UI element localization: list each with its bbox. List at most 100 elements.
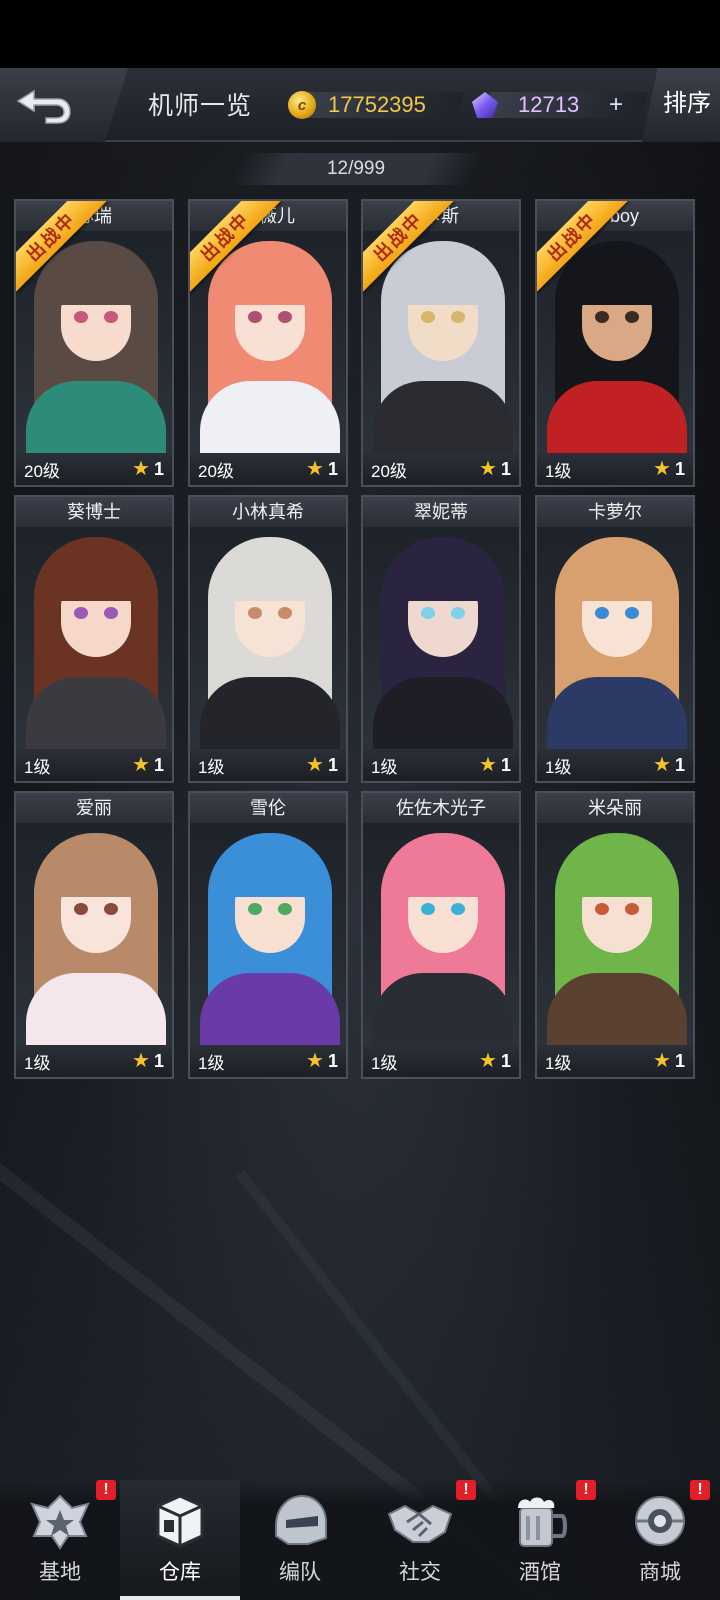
- pilot-name: 爱丽: [16, 793, 172, 823]
- card-footer: 1级 ★ 1: [190, 749, 346, 781]
- beer-mug-icon: [505, 1490, 575, 1552]
- star-count: 1: [500, 754, 511, 775]
- nav-item-beer-mug[interactable]: 酒馆!: [480, 1480, 600, 1600]
- portrait-eye: [451, 903, 465, 915]
- portrait-outfit: [200, 973, 340, 1045]
- portrait-eye: [278, 311, 292, 323]
- pilot-level: 1级: [24, 1053, 51, 1073]
- card-footer: 1级 ★ 1: [16, 1045, 172, 1077]
- pilot-level: 1级: [198, 757, 225, 777]
- portrait-eye: [421, 311, 435, 323]
- pilot-card[interactable]: 葵博士 1级 ★ 1: [14, 495, 174, 783]
- sort-button[interactable]: 排序: [642, 68, 720, 142]
- pilot-portrait: [363, 527, 519, 749]
- portrait-eye: [595, 607, 609, 619]
- star-icon: ★: [479, 754, 497, 776]
- pilot-name: 佐佐木光子: [363, 793, 519, 823]
- pilot-count: 12/999: [326, 158, 386, 179]
- card-footer: 1级 ★ 1: [363, 1045, 519, 1077]
- sort-label: 排序: [663, 89, 711, 117]
- star-icon: ★: [479, 1050, 497, 1072]
- top-bar: 机师一览 c 17752395 12713 + 排序: [0, 68, 720, 142]
- portrait-outfit: [547, 677, 687, 749]
- portrait-outfit: [373, 677, 513, 749]
- pilot-name: 小林真希: [190, 497, 346, 527]
- rarity: ★ 1: [306, 459, 338, 480]
- nav-item-warehouse-box[interactable]: 仓库: [120, 1480, 240, 1600]
- pilot-card[interactable]: 尼薇儿 20级 ★ 1 出战中: [188, 199, 348, 487]
- coin-icon: c: [288, 91, 316, 119]
- star-count: 1: [500, 1050, 511, 1071]
- pilot-card[interactable]: 卡萝尔 1级 ★ 1: [535, 495, 695, 783]
- pilot-card[interactable]: 雪伦 1级 ★ 1: [188, 791, 348, 1079]
- nav-item-shop-orb[interactable]: 商城!: [600, 1480, 720, 1600]
- nav-item-helmet[interactable]: 编队: [240, 1480, 360, 1600]
- nav-item-base-emblem[interactable]: 基地!: [0, 1480, 120, 1600]
- pilot-name: 翠妮蒂: [363, 497, 519, 527]
- star-count: 1: [153, 754, 164, 775]
- portrait-eye: [278, 903, 292, 915]
- add-gems-button[interactable]: +: [604, 93, 628, 118]
- rarity: ★ 1: [306, 1051, 338, 1072]
- alert-badge: !: [690, 1480, 710, 1500]
- star-count: 1: [153, 458, 164, 479]
- rarity: ★ 1: [653, 1051, 685, 1072]
- portrait-eye: [74, 311, 88, 323]
- status-bar: [0, 0, 720, 68]
- pilot-card[interactable]: 苏瑞 20级 ★ 1 出战中: [14, 199, 174, 487]
- bottom-navigation: 基地! 仓库 编队 社交! 酒馆! 商城!: [0, 1480, 720, 1600]
- star-icon: ★: [306, 754, 324, 776]
- shop-orb-icon: [625, 1490, 695, 1552]
- pilot-card[interactable]: 佐佐木光子 1级 ★ 1: [361, 791, 521, 1079]
- portrait-eye: [451, 607, 465, 619]
- card-footer: 20级 ★ 1: [190, 453, 346, 485]
- pilot-card[interactable]: D-boy 1级 ★ 1 出战中: [535, 199, 695, 487]
- back-button[interactable]: [0, 68, 128, 142]
- rarity: ★ 1: [653, 755, 685, 776]
- portrait-eye: [74, 903, 88, 915]
- card-footer: 1级 ★ 1: [537, 1045, 693, 1077]
- pilot-portrait: [190, 823, 346, 1045]
- nav-item-handshake[interactable]: 社交!: [360, 1480, 480, 1600]
- pilot-name: 雪伦: [190, 793, 346, 823]
- portrait-outfit: [547, 973, 687, 1045]
- pilot-level: 1级: [545, 1053, 572, 1073]
- back-arrow-icon: [16, 89, 71, 124]
- card-footer: 1级 ★ 1: [190, 1045, 346, 1077]
- portrait-outfit: [547, 381, 687, 453]
- star-icon: ★: [132, 458, 150, 480]
- pilot-portrait: [16, 823, 172, 1045]
- portrait-outfit: [373, 973, 513, 1045]
- page-title: 机师一览: [148, 92, 253, 120]
- pilot-level: 20级: [198, 461, 234, 481]
- coin-value: 17752395: [328, 92, 426, 117]
- handshake-icon: [385, 1490, 455, 1552]
- portrait-outfit: [26, 973, 166, 1045]
- pilot-grid: 苏瑞 20级 ★ 1 出战中 尼薇儿 20级 ★ 1 出战中 卡斯 20级 ★ …: [14, 199, 706, 1099]
- rarity: ★ 1: [306, 755, 338, 776]
- alert-badge: !: [576, 1480, 596, 1500]
- pilot-card[interactable]: 爱丽 1级 ★ 1: [14, 791, 174, 1079]
- portrait-eye: [248, 311, 262, 323]
- pilot-portrait: [190, 527, 346, 749]
- warehouse-box-icon: [145, 1490, 215, 1552]
- pilot-card[interactable]: 卡斯 20级 ★ 1 出战中: [361, 199, 521, 487]
- pilot-name: 卡萝尔: [537, 497, 693, 527]
- alert-badge: !: [96, 1480, 116, 1500]
- pilot-level: 1级: [545, 461, 572, 481]
- star-icon: ★: [653, 754, 671, 776]
- coin-balance: c 17752395: [288, 88, 465, 122]
- portrait-outfit: [26, 381, 166, 453]
- portrait-outfit: [200, 381, 340, 453]
- rarity: ★ 1: [653, 459, 685, 480]
- pilot-card[interactable]: 小林真希 1级 ★ 1: [188, 495, 348, 783]
- card-footer: 1级 ★ 1: [363, 749, 519, 781]
- pilot-level: 1级: [198, 1053, 225, 1073]
- rarity: ★ 1: [479, 1051, 511, 1072]
- pilot-card[interactable]: 翠妮蒂 1级 ★ 1: [361, 495, 521, 783]
- card-footer: 1级 ★ 1: [537, 749, 693, 781]
- star-icon: ★: [653, 1050, 671, 1072]
- pilot-card[interactable]: 米朵丽 1级 ★ 1: [535, 791, 695, 1079]
- pilot-level: 1级: [371, 757, 398, 777]
- star-icon: ★: [653, 458, 671, 480]
